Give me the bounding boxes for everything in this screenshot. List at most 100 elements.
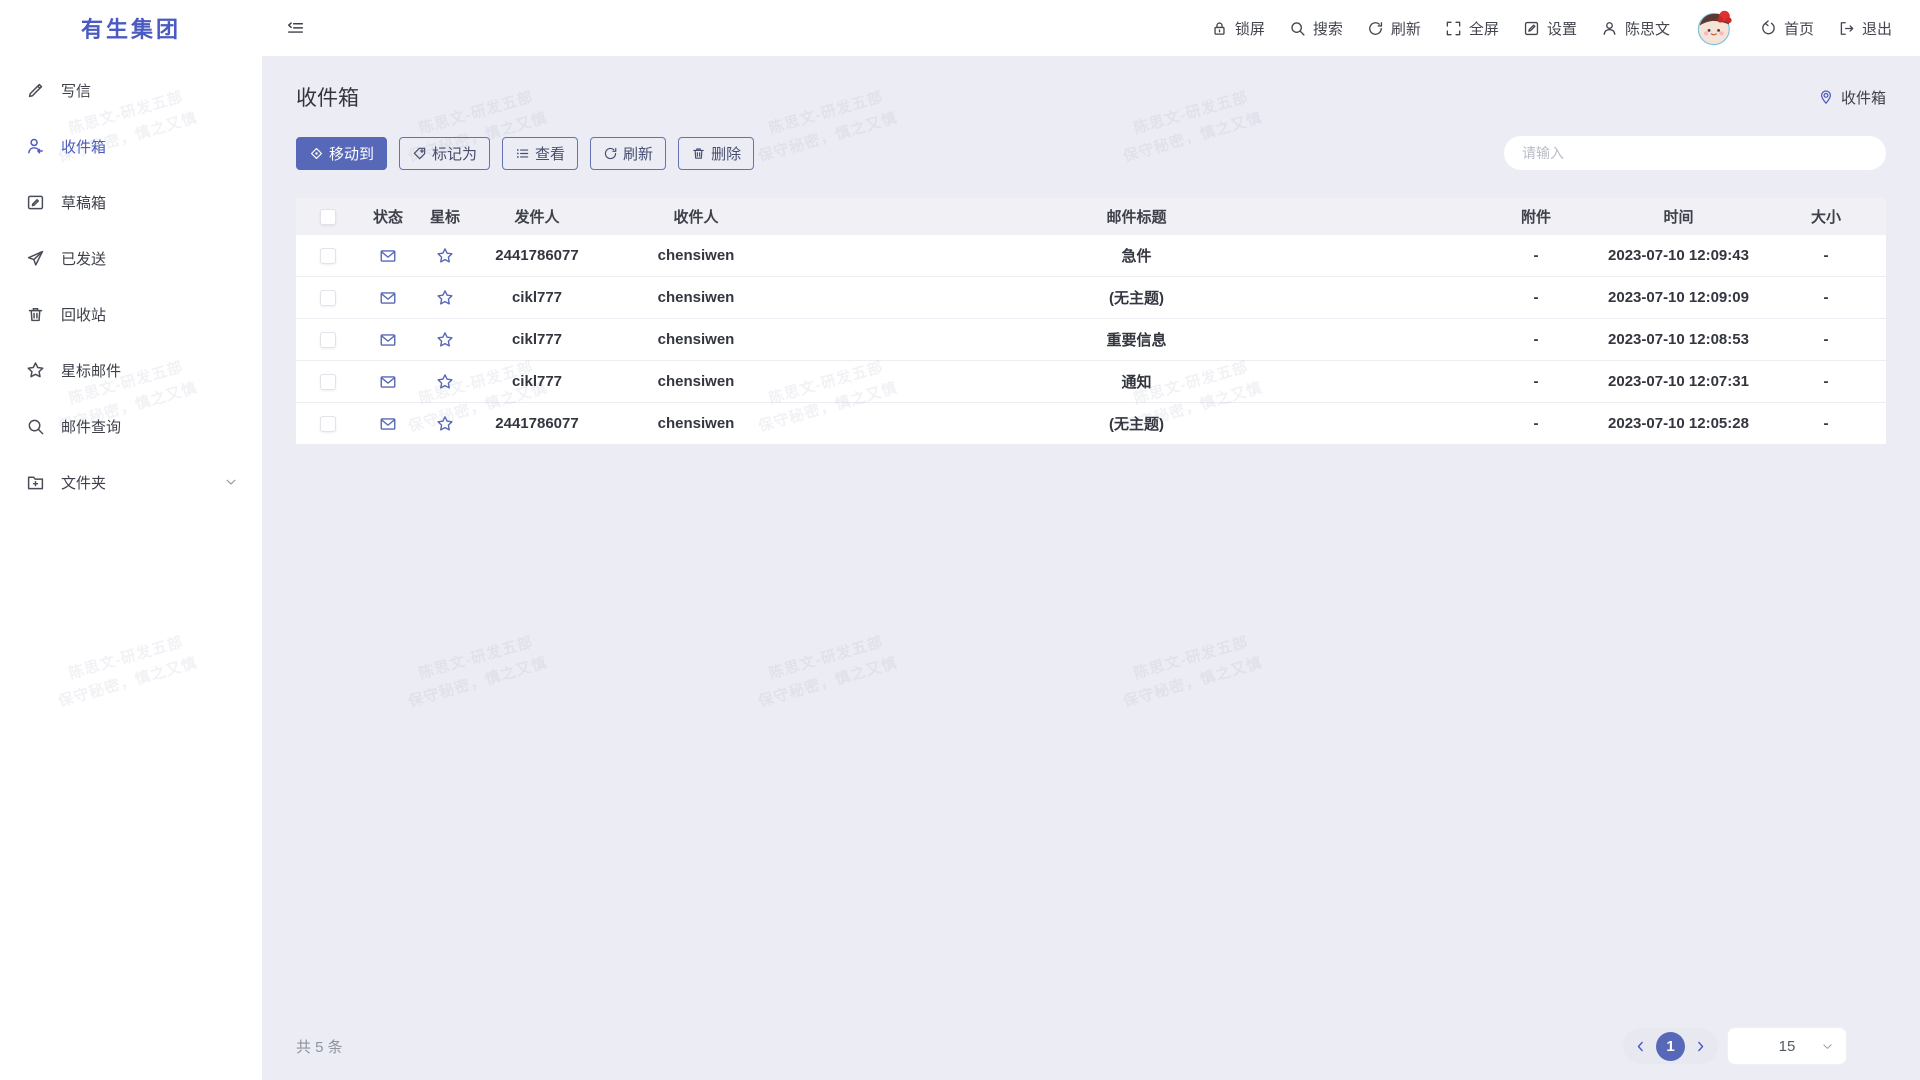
star-outline-icon[interactable]: [436, 331, 454, 349]
column-header: 大小: [1766, 206, 1886, 227]
current-page[interactable]: 1: [1656, 1032, 1685, 1061]
attachment-cell: -: [1481, 289, 1591, 306]
attachment-cell: -: [1481, 247, 1591, 264]
sidebar-item-folders[interactable]: 文件夹: [0, 454, 262, 510]
topbar-search-button[interactable]: 搜索: [1289, 18, 1343, 39]
row-checkbox[interactable]: [320, 416, 336, 432]
topbar-logout-button[interactable]: 退出: [1838, 18, 1892, 39]
row-checkbox-cell: [296, 248, 360, 264]
star-outline-icon[interactable]: [436, 247, 454, 265]
star-cell: [416, 415, 474, 433]
row-checkbox[interactable]: [320, 374, 336, 390]
sidebar-item-drafts[interactable]: 草稿箱: [0, 174, 262, 230]
fullscreen-icon: [1445, 20, 1462, 37]
mail-table: 状态星标发件人收件人邮件标题附件时间大小 2441786077chensiwen…: [296, 198, 1886, 445]
attachment-cell: -: [1481, 415, 1591, 432]
star-outline-icon[interactable]: [436, 415, 454, 433]
lock-icon: [1211, 20, 1228, 37]
subject-cell[interactable]: 急件: [792, 245, 1481, 266]
star-outline-icon[interactable]: [436, 289, 454, 307]
page-size-select[interactable]: 15: [1728, 1028, 1846, 1064]
subject-cell[interactable]: (无主题): [792, 287, 1481, 308]
time-cell: 2023-07-10 12:07:31: [1591, 373, 1766, 390]
main-content: 收件箱 收件箱 移动到标记为查看刷新删除 状态星标发件人收件人邮件标题附件时间大…: [262, 56, 1920, 1080]
topbar-fullscreen-label: 全屏: [1469, 18, 1499, 39]
size-cell: -: [1766, 331, 1886, 348]
chevron-down-icon: [1821, 1040, 1834, 1053]
collapse-sidebar-icon[interactable]: [286, 19, 305, 38]
select-all-cell: [296, 209, 360, 225]
star-outline-icon[interactable]: [436, 373, 454, 391]
table-row[interactable]: cikl777chensiwen重要信息-2023-07-10 12:08:53…: [296, 319, 1886, 361]
topbar-refresh-button[interactable]: 刷新: [1367, 18, 1421, 39]
subject-cell[interactable]: (无主题): [792, 413, 1481, 434]
delete-button[interactable]: 删除: [678, 137, 754, 170]
send-icon: [26, 249, 45, 268]
mark-button[interactable]: 标记为: [399, 137, 490, 170]
time-cell: 2023-07-10 12:08:53: [1591, 331, 1766, 348]
move-icon: [309, 146, 324, 161]
size-cell: -: [1766, 415, 1886, 432]
sidebar-item-trash[interactable]: 回收站: [0, 286, 262, 342]
table-row[interactable]: 2441786077chensiwen急件-2023-07-10 12:09:4…: [296, 235, 1886, 277]
mail-unread-icon[interactable]: [379, 331, 397, 349]
app-logo: 有生集团: [0, 0, 262, 56]
size-cell: -: [1766, 289, 1886, 306]
sender-cell: 2441786077: [474, 415, 600, 432]
row-checkbox[interactable]: [320, 290, 336, 306]
sidebar-item-sent[interactable]: 已发送: [0, 230, 262, 286]
avatar[interactable]: [1696, 9, 1734, 47]
breadcrumb: 收件箱: [1818, 87, 1886, 108]
subject-cell[interactable]: 重要信息: [792, 329, 1481, 350]
select-all-checkbox[interactable]: [320, 209, 336, 225]
table-row[interactable]: cikl777chensiwen通知-2023-07-10 12:07:31-: [296, 361, 1886, 403]
move-button[interactable]: 移动到: [296, 137, 387, 170]
mail-unread-icon[interactable]: [379, 289, 397, 307]
topbar-home-button[interactable]: 首页: [1760, 18, 1814, 39]
prev-page-button[interactable]: [1634, 1040, 1647, 1053]
sidebar-item-label: 收件箱: [61, 136, 106, 157]
search-input[interactable]: [1504, 136, 1886, 170]
sender-cell: cikl777: [474, 331, 600, 348]
settings-icon: [1523, 20, 1540, 37]
mail-unread-icon[interactable]: [379, 247, 397, 265]
sidebar-item-label: 文件夹: [61, 472, 106, 493]
topbar-settings-button[interactable]: 设置: [1523, 18, 1577, 39]
recipient-cell: chensiwen: [600, 331, 792, 348]
topbar-logout-label: 退出: [1862, 18, 1892, 39]
refresh-button[interactable]: 刷新: [590, 137, 666, 170]
refresh-button-label: 刷新: [623, 143, 653, 164]
sidebar-menu: 写信收件箱草稿箱已发送回收站星标邮件邮件查询文件夹: [0, 56, 262, 510]
mail-unread-icon[interactable]: [379, 415, 397, 433]
sidebar-item-label: 星标邮件: [61, 360, 121, 381]
compose-icon: [26, 81, 45, 100]
view-button[interactable]: 查看: [502, 137, 578, 170]
sidebar-item-starred[interactable]: 星标邮件: [0, 342, 262, 398]
topbar: 锁屏 搜索 刷新 全屏 设置 陈思文 首页 退出: [262, 0, 1920, 56]
topbar-lock-label: 锁屏: [1235, 18, 1265, 39]
move-button-label: 移动到: [329, 143, 374, 164]
sender-cell: cikl777: [474, 373, 600, 390]
attachment-cell: -: [1481, 331, 1591, 348]
sidebar-item-compose[interactable]: 写信: [0, 62, 262, 118]
topbar-user-button[interactable]: 陈思文: [1601, 18, 1670, 39]
sidebar-item-inbox[interactable]: 收件箱: [0, 118, 262, 174]
next-page-button[interactable]: [1694, 1040, 1707, 1053]
table-row[interactable]: cikl777chensiwen(无主题)-2023-07-10 12:09:0…: [296, 277, 1886, 319]
star-outline-icon: [26, 361, 45, 380]
time-cell: 2023-07-10 12:09:09: [1591, 289, 1766, 306]
subject-cell[interactable]: 通知: [792, 371, 1481, 392]
topbar-lock-button[interactable]: 锁屏: [1211, 18, 1265, 39]
page-title: 收件箱: [296, 82, 359, 112]
size-cell: -: [1766, 373, 1886, 390]
mark-icon: [412, 146, 427, 161]
star-cell: [416, 373, 474, 391]
table-row[interactable]: 2441786077chensiwen(无主题)-2023-07-10 12:0…: [296, 403, 1886, 445]
star-cell: [416, 247, 474, 265]
sidebar-item-query[interactable]: 邮件查询: [0, 398, 262, 454]
row-checkbox[interactable]: [320, 332, 336, 348]
mail-unread-icon[interactable]: [379, 373, 397, 391]
recipient-cell: chensiwen: [600, 247, 792, 264]
topbar-fullscreen-button[interactable]: 全屏: [1445, 18, 1499, 39]
row-checkbox[interactable]: [320, 248, 336, 264]
